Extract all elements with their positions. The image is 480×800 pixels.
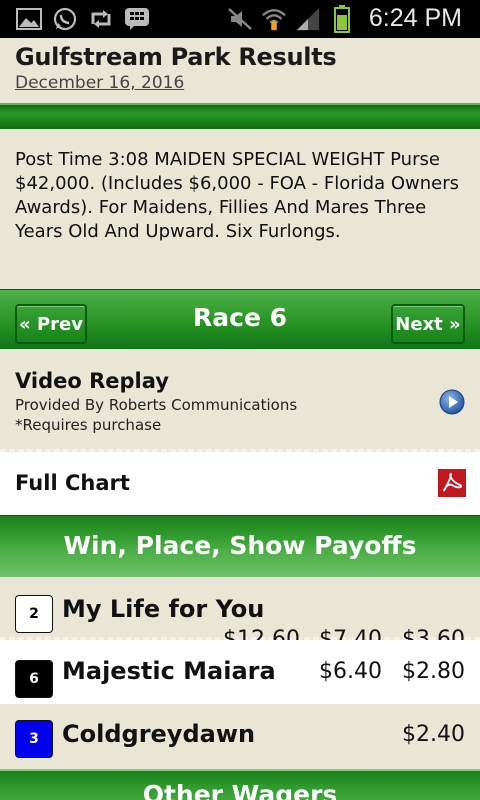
race-description: Post Time 3:08 MAIDEN SPECIAL WEIGHT Pur… <box>15 149 459 242</box>
video-purchase-note: *Requires purchase <box>15 416 162 434</box>
full-chart-label: Full Chart <box>15 471 130 495</box>
payoffs-title: Win, Place, Show Payoffs <box>63 531 417 560</box>
horse-name: My Life for You <box>62 595 265 623</box>
page-title: Gulfstream Park Results <box>15 43 337 71</box>
race-navigation: « Prev Race 6 Next » <box>0 289 480 349</box>
post-position-badge: 3 <box>15 720 53 758</box>
payoffs-header: Win, Place, Show Payoffs <box>0 515 480 577</box>
post-position-badge: 6 <box>15 660 53 698</box>
video-provider: Provided By Roberts Communications <box>15 396 298 414</box>
date-link[interactable]: December 16, 2016 <box>15 73 184 93</box>
next-race-button[interactable]: Next » <box>391 304 465 344</box>
horse-name: Coldgreydawn <box>62 720 256 748</box>
whatsapp-icon <box>52 7 78 31</box>
header-divider-band <box>0 103 480 129</box>
video-replay-row[interactable]: Video Replay Provided By Roberts Communi… <box>0 349 480 452</box>
page-header: Gulfstream Park Results December 16, 201… <box>0 38 480 100</box>
gallery-icon <box>16 7 42 31</box>
other-wagers-header: Other Wagers <box>0 769 480 800</box>
battery-icon <box>329 4 355 33</box>
clock: 6:24 PM <box>368 4 462 32</box>
status-bar: 6:24 PM <box>0 0 480 38</box>
other-wagers-title: Other Wagers <box>142 780 338 800</box>
video-replay-title: Video Replay <box>15 369 169 393</box>
mute-icon <box>227 7 253 31</box>
place-payoff: $6.40 <box>319 659 382 684</box>
play-icon[interactable] <box>439 389 465 415</box>
full-chart-row[interactable]: Full Chart <box>0 452 480 515</box>
bbm-icon <box>124 7 150 31</box>
signal-icon <box>295 7 321 31</box>
show-payoff: $2.40 <box>402 722 465 747</box>
post-position-badge: 2 <box>15 595 53 633</box>
pdf-icon[interactable] <box>438 469 466 497</box>
show-payoff: $2.80 <box>402 659 465 684</box>
horse-name: Majestic Maiara <box>62 657 276 685</box>
race-description-panel: Post Time 3:08 MAIDEN SPECIAL WEIGHT Pur… <box>0 129 480 289</box>
retweet-icon <box>88 7 114 31</box>
wifi-icon <box>261 7 287 31</box>
